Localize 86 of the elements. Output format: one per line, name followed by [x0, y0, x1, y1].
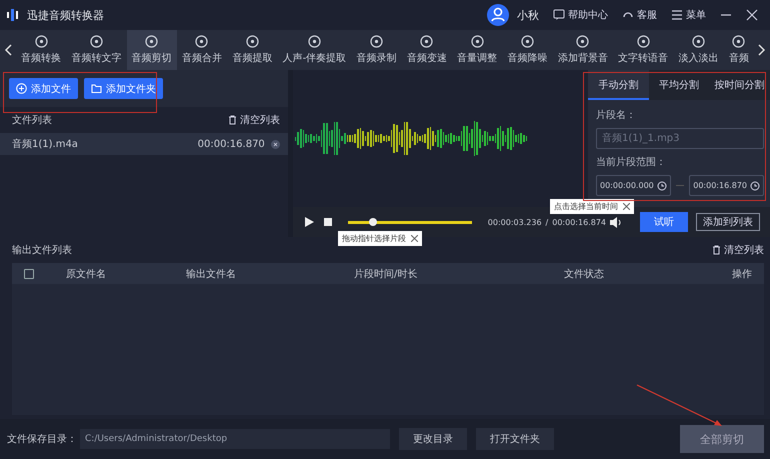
chat-icon: [553, 9, 565, 21]
column-header: 输出文件名: [186, 268, 237, 280]
chevron-left-icon[interactable]: [4, 44, 12, 56]
file-duration: 00:00:16.870: [198, 138, 265, 150]
split-tab[interactable]: 平均分割: [648, 70, 710, 100]
menu-icon: [671, 9, 683, 21]
tool-tab[interactable]: 音频变速: [402, 30, 452, 70]
title-action[interactable]: 帮助中心: [553, 8, 608, 22]
circle-icon: [576, 35, 590, 48]
avatar-icon[interactable]: [487, 4, 509, 26]
clock-reset-icon: [656, 180, 667, 190]
file-list-title: 文件列表: [12, 114, 52, 127]
tool-tab[interactable]: 音频提取: [227, 30, 278, 70]
add-button[interactable]: 添加文件夹: [84, 78, 163, 99]
end-time-field[interactable]: 00:00:16.870: [689, 175, 764, 196]
open-folder-button[interactable]: 打开文件夹: [476, 428, 554, 450]
start-time-field[interactable]: 00:00:00.000: [596, 175, 671, 196]
tool-tab[interactable]: 人声-伴奏提取: [278, 30, 352, 70]
split-tab[interactable]: 按时间分割: [709, 70, 770, 100]
circle-icon: [370, 35, 384, 48]
column-header: 操作: [732, 268, 752, 280]
trash-icon: [712, 245, 721, 255]
tooltip: 点击选择当前时间: [550, 199, 634, 214]
title-action[interactable]: 菜单: [671, 8, 706, 22]
preview-button[interactable]: 试听: [640, 212, 688, 232]
segment-slider[interactable]: [348, 220, 472, 224]
total-time: 00:00:16.874: [552, 218, 606, 226]
user-name[interactable]: 小秋: [517, 8, 539, 22]
window-title: 迅捷音频转换器: [27, 8, 104, 22]
column-header: 原文件名: [66, 268, 107, 280]
circle-icon: [195, 35, 208, 48]
tooltip: 拖动指针选择片段: [338, 231, 422, 246]
circle-icon: [90, 35, 103, 48]
tool-tab[interactable]: 音频录制: [352, 30, 402, 70]
close-icon[interactable]: [622, 203, 630, 210]
remove-icon[interactable]: [270, 140, 280, 148]
tool-tab[interactable]: 音频剪切: [126, 30, 177, 70]
tool-tab[interactable]: 文字转语音: [613, 30, 674, 70]
circle-icon: [521, 35, 534, 48]
segment-range-label: 当前片段范围：: [596, 156, 667, 169]
time-separator: /: [546, 218, 548, 226]
chevron-right-icon[interactable]: [758, 44, 766, 56]
tool-tab[interactable]: 音量调整: [452, 30, 502, 70]
circle-icon: [420, 35, 434, 48]
clock-reset-icon: [750, 180, 760, 190]
circle-icon: [692, 35, 706, 48]
plus-circle-icon: [16, 83, 27, 94]
add-to-list-button[interactable]: 添加到列表: [696, 213, 760, 231]
clear-list-button[interactable]: 清空列表: [228, 113, 280, 127]
add-button[interactable]: 添加文件: [9, 78, 78, 99]
circle-icon: [34, 35, 48, 48]
circle-icon: [470, 35, 484, 48]
change-dir-button[interactable]: 更改目录: [399, 428, 467, 450]
close-icon[interactable]: [410, 235, 418, 242]
output-list-title: 输出文件列表: [12, 244, 72, 257]
circle-icon: [246, 35, 259, 48]
tool-tab[interactable]: 音频转换: [16, 30, 66, 70]
tool-tab[interactable]: 淡入淡出: [674, 30, 724, 70]
playhead-handle[interactable]: [368, 218, 377, 226]
circle-icon: [636, 35, 650, 48]
tool-tab[interactable]: 添加背景音: [552, 30, 613, 70]
circle-icon: [308, 35, 321, 48]
tool-tab[interactable]: 音频降噪: [502, 30, 553, 70]
title-action[interactable]: 客服: [622, 8, 657, 22]
circle-icon: [732, 35, 746, 48]
clear-list-button[interactable]: 清空列表: [712, 243, 764, 257]
circle-icon: [145, 35, 158, 48]
tool-tab[interactable]: 音频转文字: [66, 30, 126, 70]
file-row[interactable]: 音频1(1).m4a 00:00:16.870: [0, 133, 288, 155]
select-all-checkbox[interactable]: [24, 268, 34, 278]
tool-tab[interactable]: 音频: [724, 30, 754, 70]
current-time: 00:00:03.236: [488, 218, 542, 226]
file-name: 音频1(1).m4a: [12, 138, 78, 151]
segment-name-field[interactable]: 音频1(1)_1.mp3: [596, 128, 764, 149]
segment-name-label: 片段名：: [596, 108, 637, 122]
column-header: 文件状态: [564, 268, 605, 280]
save-dir-label: 文件保存目录：: [7, 432, 77, 446]
save-dir-field[interactable]: C:/Users/Administrator/Desktop: [80, 429, 390, 449]
tool-tab[interactable]: 音频合并: [176, 30, 227, 70]
volume-icon[interactable]: [610, 216, 622, 228]
folder-icon: [91, 83, 102, 94]
split-tab[interactable]: 手动分割: [588, 70, 649, 100]
play-icon[interactable]: [304, 217, 314, 227]
stop-icon[interactable]: [324, 218, 332, 226]
column-header: 片段时间/时长: [354, 268, 418, 280]
trash-icon: [228, 115, 237, 125]
